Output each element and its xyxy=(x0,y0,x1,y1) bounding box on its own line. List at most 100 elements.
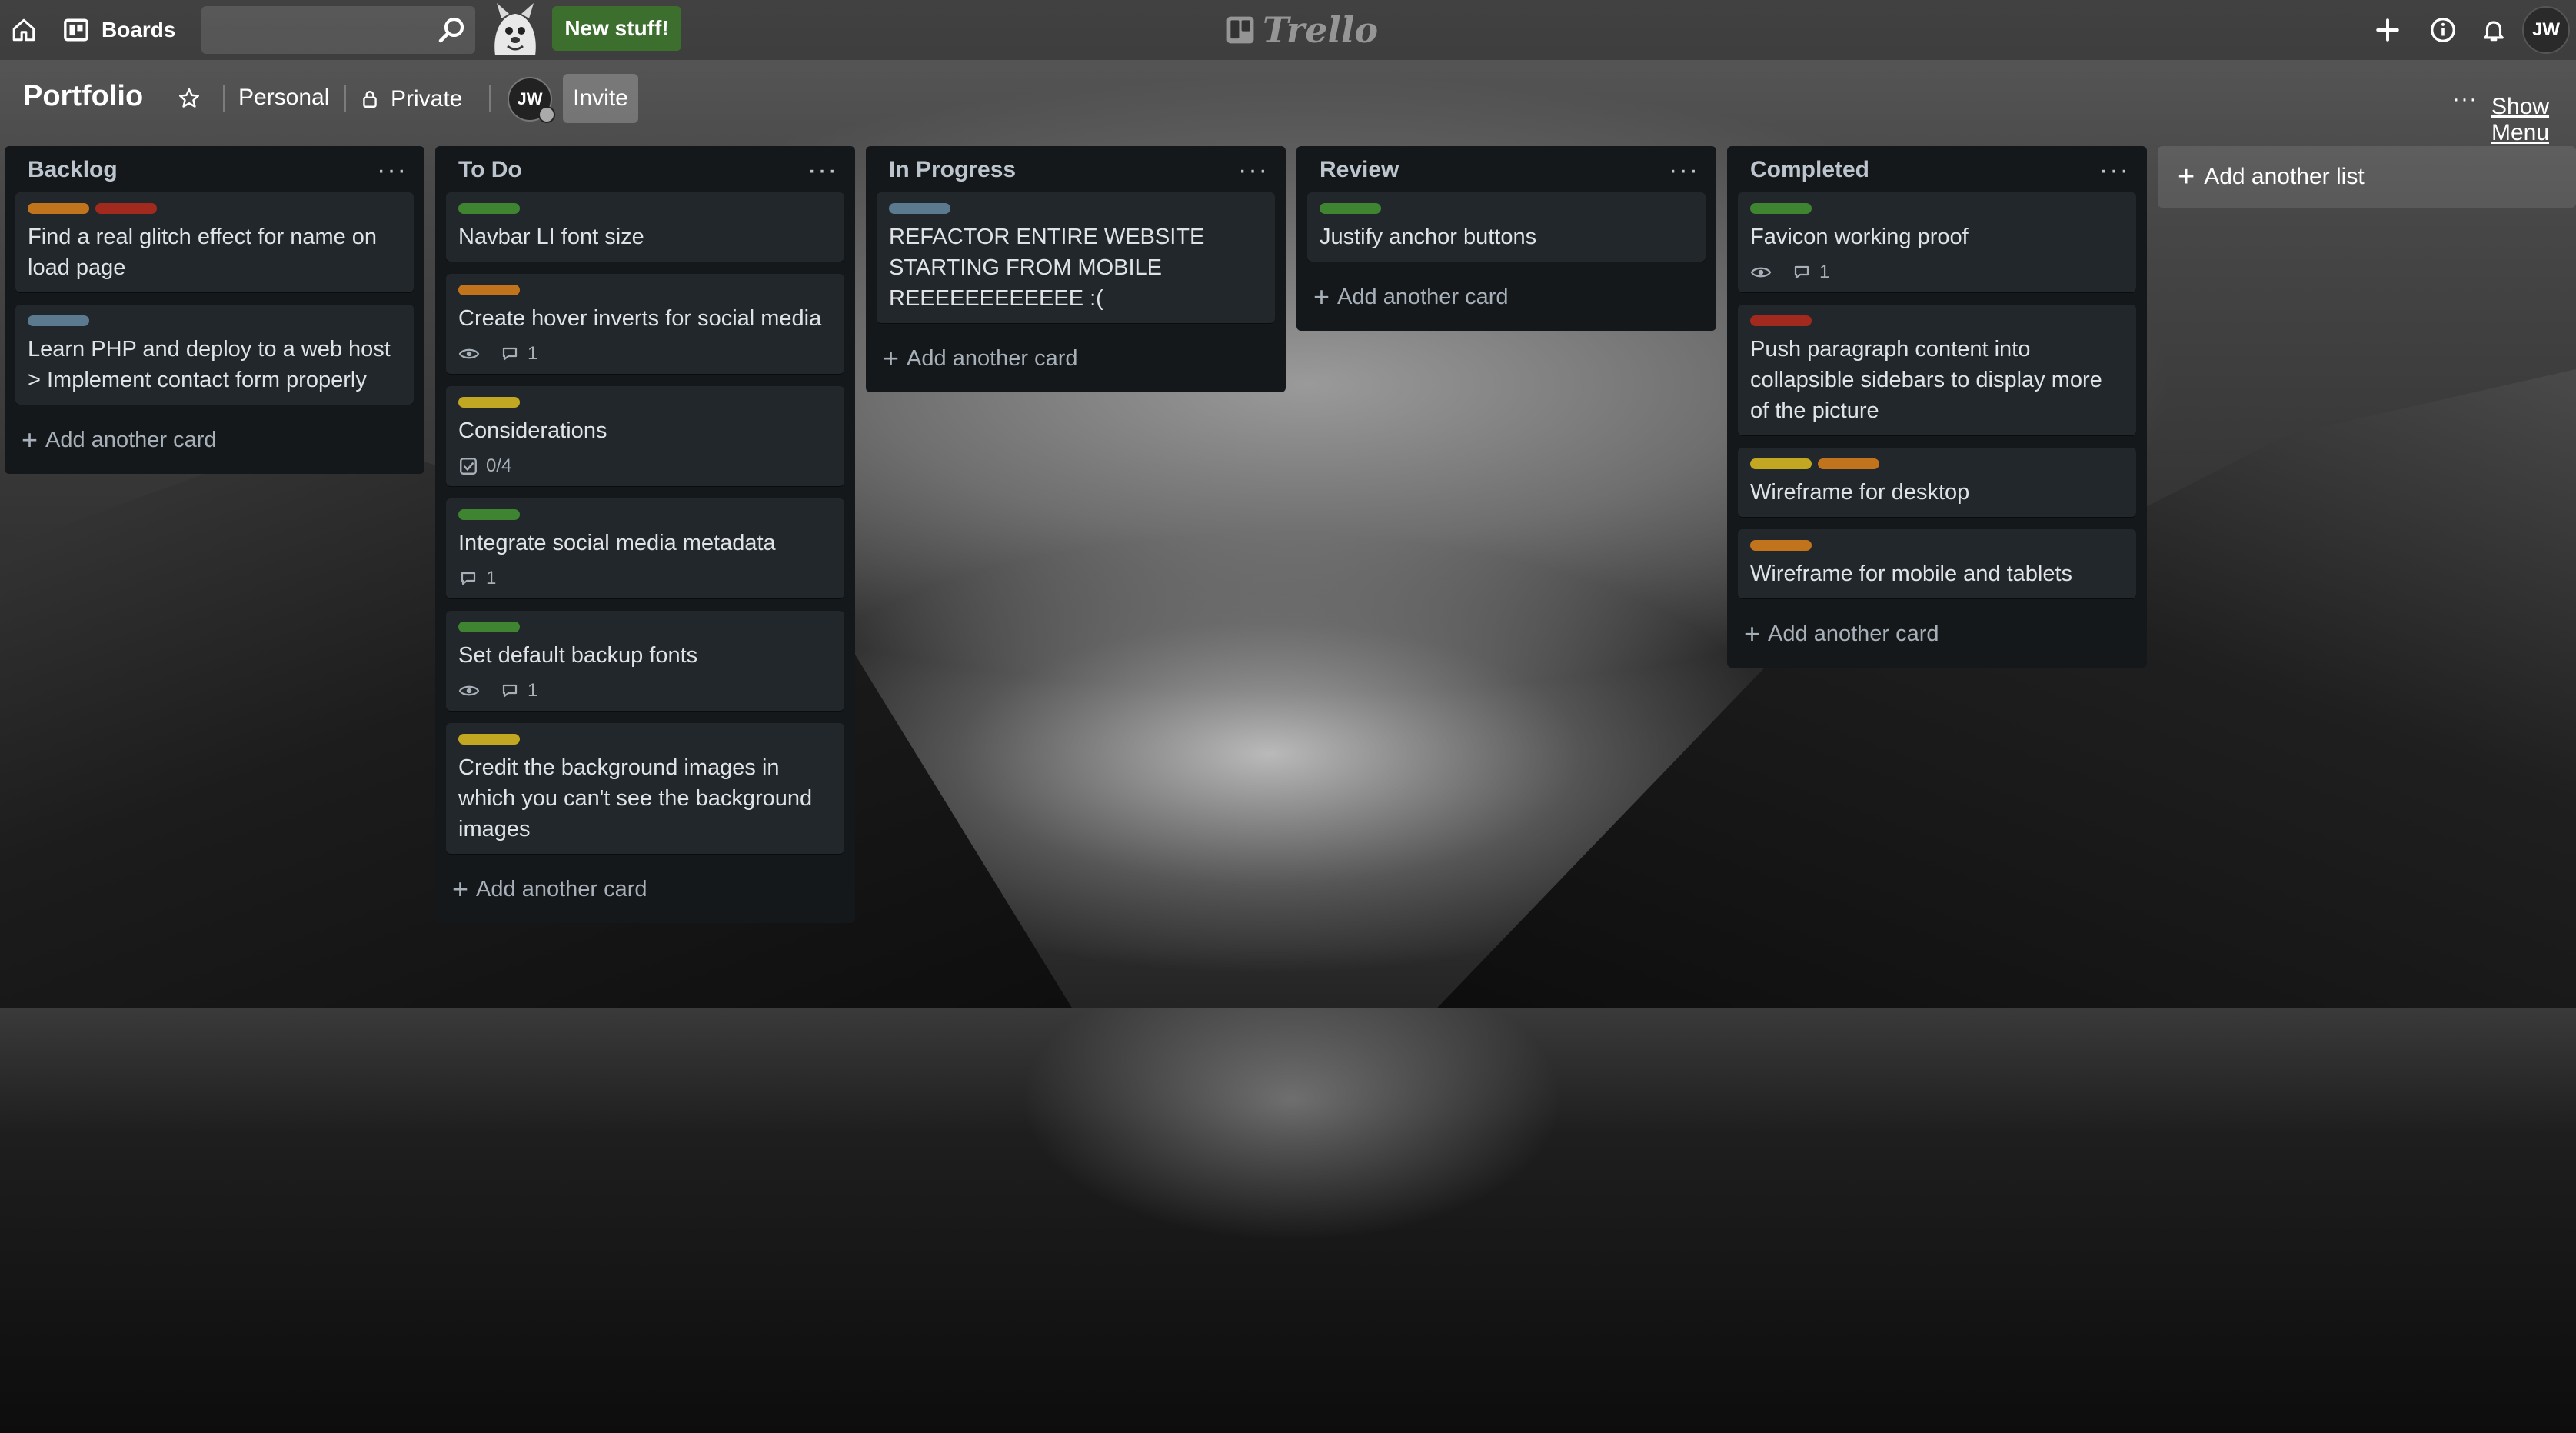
card-title: Credit the background images in which yo… xyxy=(458,755,813,841)
star-board-button[interactable] xyxy=(169,78,209,118)
list-header: Completed ··· xyxy=(1738,154,2136,186)
plus-icon: + xyxy=(2178,160,2195,193)
plus-icon: + xyxy=(22,424,38,455)
home-icon xyxy=(12,18,35,42)
add-card-button[interactable]: + Add another card xyxy=(15,417,414,463)
card[interactable]: Create hover inverts for social media 1 xyxy=(446,274,844,374)
show-menu-button[interactable]: ··· Show Menu xyxy=(2452,80,2553,145)
plus-icon: + xyxy=(1744,618,1761,649)
card[interactable]: Justify anchor buttons xyxy=(1307,192,1706,262)
card[interactable]: Learn PHP and deploy to a web host > Imp… xyxy=(15,305,414,405)
list-review: Review ··· Justify anchor buttons + Add anot… xyxy=(1296,146,1716,331)
eye-icon xyxy=(458,348,480,359)
list-menu-icon[interactable]: ··· xyxy=(377,157,408,183)
user-avatar[interactable]: JW xyxy=(2522,6,2570,54)
list-title[interactable]: Backlog xyxy=(28,157,118,183)
list-title[interactable]: Completed xyxy=(1750,157,1869,183)
add-card-button[interactable]: + Add another card xyxy=(1307,274,1706,320)
team-visibility-button[interactable]: Personal xyxy=(238,85,329,111)
boards-button[interactable]: Boards xyxy=(54,6,192,54)
invite-button[interactable]: Invite xyxy=(563,74,638,123)
label-green[interactable] xyxy=(458,509,520,520)
card[interactable]: REFACTOR ENTIRE WEBSITE STARTING FROM MO… xyxy=(877,192,1275,323)
add-card-button[interactable]: + Add another card xyxy=(446,866,844,912)
home-button[interactable] xyxy=(5,6,43,54)
card-title: Wireframe for desktop xyxy=(1750,480,1970,505)
trello-logo[interactable]: Trello xyxy=(1226,9,1378,51)
comment-icon xyxy=(502,684,518,698)
card-title: Favicon working proof xyxy=(1750,225,1969,249)
watching-badge xyxy=(458,683,480,698)
label-orange[interactable] xyxy=(1750,540,1812,551)
card-title: Considerations xyxy=(458,418,607,443)
add-card-button[interactable]: + Add another card xyxy=(1738,611,2136,657)
label-yellow[interactable] xyxy=(1750,458,1812,469)
label-orange[interactable] xyxy=(458,285,520,295)
top-navigation-bar: Boards New stuff! Trello JW xyxy=(0,0,2576,60)
card-badges: 1 xyxy=(458,568,832,589)
card[interactable]: Wireframe for mobile and tablets xyxy=(1738,529,2136,598)
privacy-label: Private xyxy=(391,86,463,112)
search-button[interactable] xyxy=(435,14,468,46)
card-title: Create hover inverts for social media xyxy=(458,306,822,331)
label-green[interactable] xyxy=(1750,203,1812,214)
show-menu-label: Show Menu xyxy=(2491,94,2550,145)
card[interactable]: Navbar LI font size xyxy=(446,192,844,262)
card[interactable]: Integrate social media metadata 1 xyxy=(446,498,844,598)
label-green[interactable] xyxy=(1320,203,1381,214)
add-card-label: Add another card xyxy=(1768,621,1939,646)
information-button[interactable] xyxy=(2421,6,2465,54)
board-member-avatar[interactable]: JW xyxy=(508,77,555,123)
notifications-button[interactable] xyxy=(2471,6,2516,54)
label-yellow[interactable] xyxy=(458,734,520,745)
card-badges: 1 xyxy=(458,343,832,365)
label-yellow[interactable] xyxy=(458,397,520,408)
card-title: Wireframe for mobile and tablets xyxy=(1750,562,2073,586)
card[interactable]: Set default backup fonts 1 xyxy=(446,611,844,711)
card-title: REFACTOR ENTIRE WEBSITE STARTING FROM MO… xyxy=(889,225,1205,311)
list-completed: Completed ··· Favicon working proof 1 Push p… xyxy=(1727,146,2147,668)
list-menu-icon[interactable]: ··· xyxy=(807,157,838,183)
checklist-badge: 0/4 xyxy=(458,455,511,477)
card[interactable]: Find a real glitch effect for name on lo… xyxy=(15,192,414,292)
list-menu-icon[interactable]: ··· xyxy=(2099,157,2130,183)
label-orange[interactable] xyxy=(28,203,89,214)
list-title[interactable]: In Progress xyxy=(889,157,1016,183)
label-green[interactable] xyxy=(458,203,520,214)
taco-mascot-icon[interactable] xyxy=(486,2,544,58)
add-list-button[interactable]: + Add another list xyxy=(2158,146,2576,208)
list-menu-icon[interactable]: ··· xyxy=(1669,157,1699,183)
board-title[interactable]: Portfolio xyxy=(23,80,143,113)
list-menu-icon[interactable]: ··· xyxy=(1238,157,1269,183)
watching-badge xyxy=(1750,265,1772,280)
card[interactable]: Credit the background images in which yo… xyxy=(446,723,844,854)
label-red[interactable] xyxy=(95,203,157,214)
boards-icon xyxy=(64,18,88,42)
create-button[interactable] xyxy=(2365,6,2410,54)
card[interactable]: Favicon working proof 1 xyxy=(1738,192,2136,292)
comment-icon xyxy=(461,572,476,585)
label-blue[interactable] xyxy=(28,315,89,326)
checklist-progress: 0/4 xyxy=(486,455,512,476)
list-title[interactable]: To Do xyxy=(458,157,522,183)
new-stuff-button[interactable]: New stuff! xyxy=(552,6,681,51)
card[interactable]: Wireframe for desktop xyxy=(1738,448,2136,517)
comment-count: 1 xyxy=(1819,262,1830,282)
label-blue[interactable] xyxy=(889,203,950,214)
add-card-button[interactable]: + Add another card xyxy=(877,335,1275,382)
card[interactable]: Push paragraph content into collapsible … xyxy=(1738,305,2136,435)
card[interactable]: Considerations 0/4 xyxy=(446,386,844,486)
search-input[interactable] xyxy=(201,6,475,54)
privacy-button[interactable]: Private xyxy=(360,80,462,118)
label-green[interactable] xyxy=(458,622,520,632)
star-icon xyxy=(179,88,199,108)
list-title[interactable]: Review xyxy=(1320,157,1399,183)
member-initials: JW xyxy=(517,89,543,108)
more-horizontal-icon: ··· xyxy=(2452,86,2478,112)
card-labels xyxy=(28,203,401,214)
label-orange[interactable] xyxy=(1818,458,1879,469)
label-red[interactable] xyxy=(1750,315,1812,326)
list-in-progress: In Progress ··· REFACTOR ENTIRE WEBSITE ST… xyxy=(866,146,1286,392)
list-header: To Do ··· xyxy=(446,154,844,186)
checklist-icon xyxy=(460,458,477,475)
